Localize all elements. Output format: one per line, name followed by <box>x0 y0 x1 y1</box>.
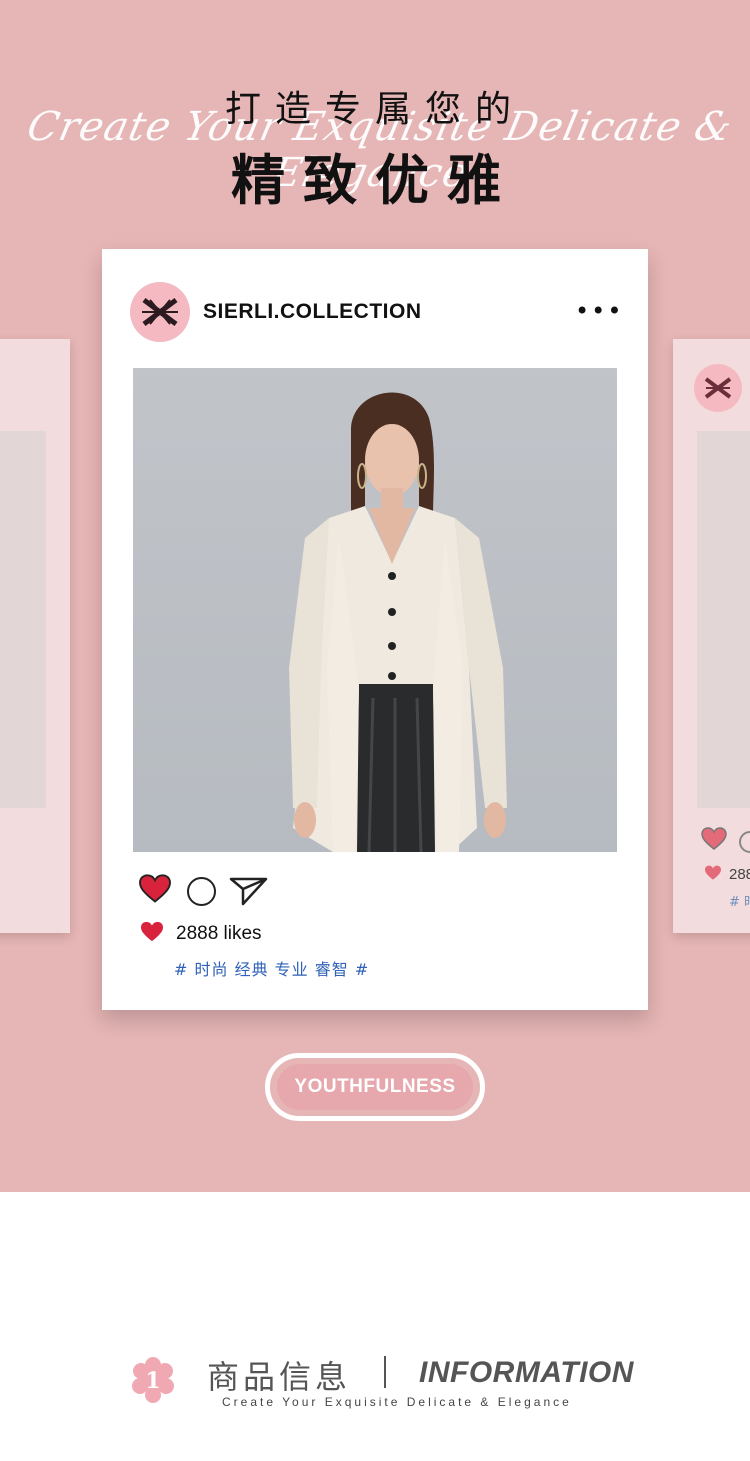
hashtags[interactable]: # 时尚 经典 专业 睿智 # <box>174 956 369 980</box>
hashtags: # 时 <box>729 895 750 910</box>
flower-number-icon: 1 <box>132 1357 174 1403</box>
heart-icon[interactable] <box>138 874 172 904</box>
side-card-left[interactable] <box>0 339 70 933</box>
section-title-cn: 商品信息 <box>207 1358 352 1396</box>
brand-logo-icon[interactable] <box>130 282 190 342</box>
headline-line-1: 打造专属您的 <box>224 89 525 130</box>
comment-icon[interactable] <box>187 877 216 906</box>
badge-label: YOUTHFULNESS <box>277 1064 473 1110</box>
section-title-en: INFORMATION <box>419 1356 634 1389</box>
hero-banner: 打造专属您的 Create Your Exquisite Delicate & … <box>0 0 750 1192</box>
youthfulness-badge[interactable]: YOUTHFULNESS <box>265 1053 485 1121</box>
heart-icon <box>701 827 727 850</box>
heart-icon <box>705 865 721 880</box>
side-card-photo <box>0 431 46 808</box>
section-number: 1 <box>145 1368 160 1394</box>
post-card: SIERLI.COLLECTION ••• 2888 likes # 时尚 经典… <box>102 249 648 1010</box>
likes-count[interactable]: 2888 likes <box>176 923 262 945</box>
brand-logo-icon <box>694 364 742 412</box>
section-subtitle: Create Your Exquisite Delicate & Eleganc… <box>222 1395 572 1409</box>
headline-line-2: 精致优雅 <box>231 149 519 212</box>
comment-icon <box>739 831 750 853</box>
heart-icon <box>141 921 163 942</box>
section-divider <box>384 1356 386 1388</box>
side-card-right[interactable]: 288 # 时 <box>673 339 750 933</box>
more-icon[interactable]: ••• <box>575 299 623 323</box>
account-handle[interactable]: SIERLI.COLLECTION <box>203 300 422 324</box>
product-photo <box>133 368 617 852</box>
side-card-photo <box>697 431 750 808</box>
share-icon[interactable] <box>229 876 269 906</box>
likes-count: 288 <box>729 866 750 883</box>
